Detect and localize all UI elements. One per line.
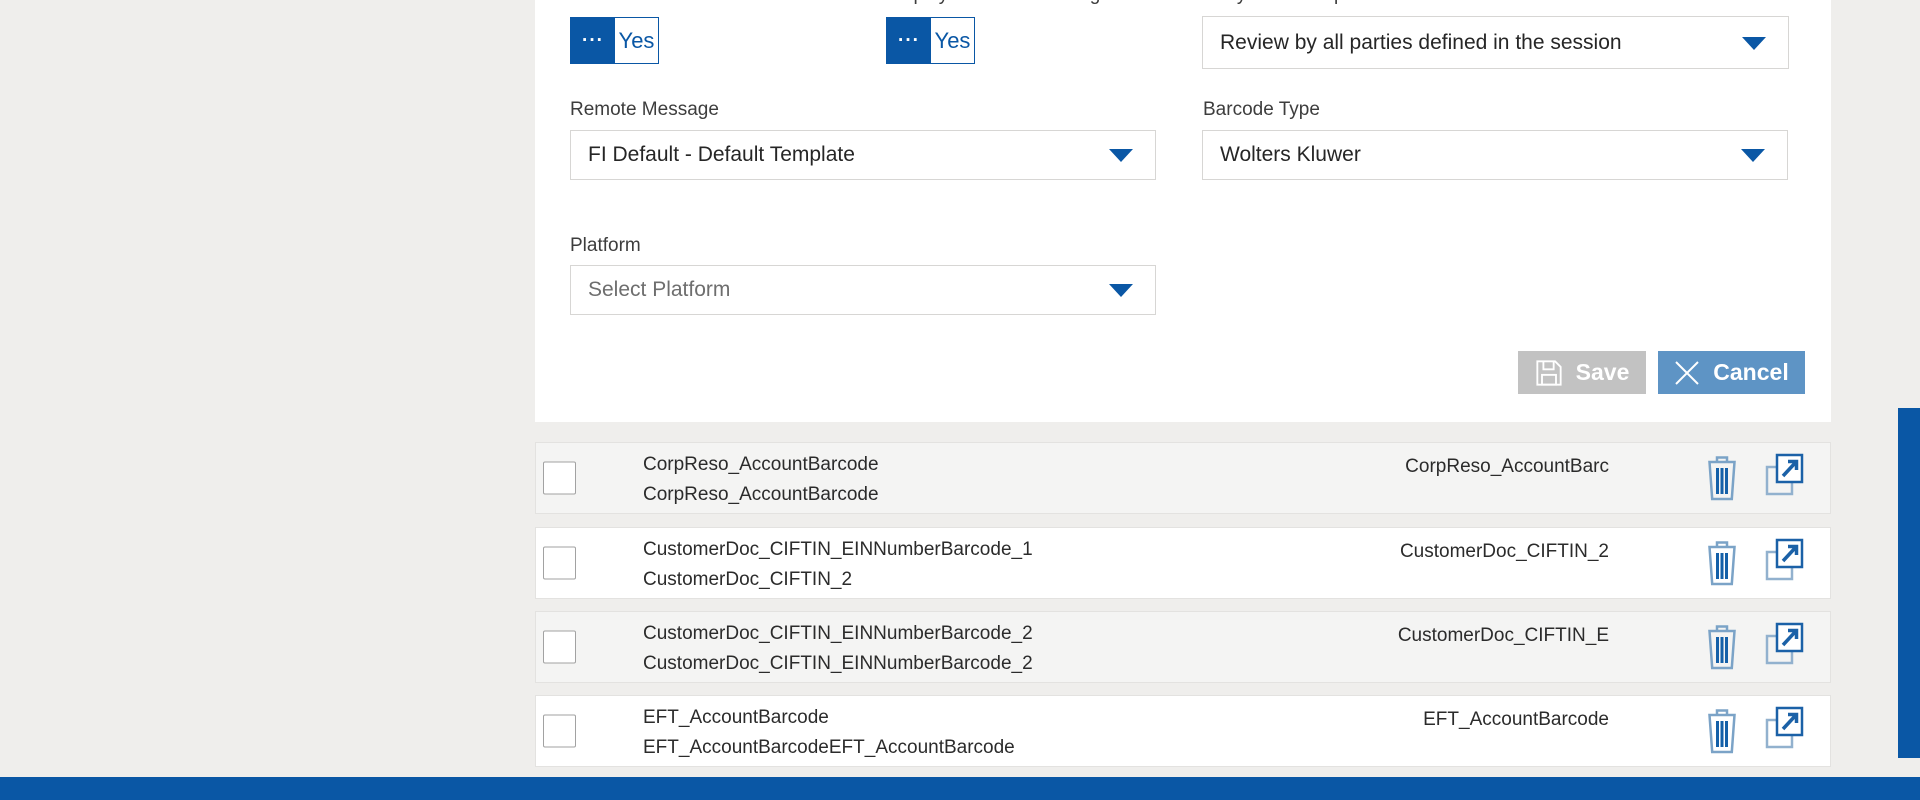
archive-toggle[interactable]: ··· Yes [570, 17, 659, 64]
save-button-label: Save [1576, 359, 1630, 386]
bottom-bar [0, 777, 1920, 800]
party-review-options-label: Party Review Options [1202, 0, 1385, 5]
party-review-options-select[interactable]: Review by all parties defined in the ses… [1202, 16, 1789, 69]
row-checkbox[interactable] [543, 631, 576, 664]
settings-form: Archive Display While Processing Party R… [535, 0, 1831, 422]
delete-button[interactable] [1705, 539, 1739, 587]
cancel-button-label: Cancel [1713, 359, 1788, 386]
barcode-row: CustomerDoc_CIFTIN_EINNumberBarcode_2 Cu… [535, 611, 1831, 683]
row-checkbox[interactable] [543, 462, 576, 495]
row-checkbox[interactable] [543, 715, 576, 748]
delete-button[interactable] [1705, 454, 1739, 502]
caret-down-icon [1109, 149, 1133, 162]
archive-toggle-value: Yes [615, 18, 658, 63]
open-button[interactable] [1764, 705, 1804, 751]
save-button[interactable]: Save [1518, 351, 1646, 394]
open-in-new-icon [1764, 537, 1804, 583]
trash-icon [1705, 539, 1739, 587]
remote-message-select[interactable]: FI Default - Default Template [570, 130, 1156, 180]
open-button[interactable] [1764, 621, 1804, 667]
delete-button[interactable] [1705, 623, 1739, 671]
barcode-type-value: Wolters Kluwer [1220, 143, 1361, 167]
display-while-processing-toggle[interactable]: ··· Yes [886, 17, 975, 64]
trash-icon [1705, 454, 1739, 502]
barcode-name-line1: EFT_AccountBarcode [643, 707, 1015, 728]
open-button[interactable] [1764, 537, 1804, 583]
platform-placeholder: Select Platform [588, 278, 730, 302]
barcode-type-select[interactable]: Wolters Kluwer [1202, 130, 1788, 180]
party-review-options-value: Review by all parties defined in the ses… [1220, 31, 1622, 55]
barcode-value: CustomerDoc_CIFTIN_2 [1400, 541, 1609, 562]
ellipsis-icon: ··· [571, 18, 615, 63]
caret-down-icon [1741, 149, 1765, 162]
caret-down-icon [1742, 37, 1766, 50]
platform-label: Platform [570, 236, 641, 256]
screen: Archive Display While Processing Party R… [0, 0, 1920, 800]
trash-icon [1705, 623, 1739, 671]
vertical-scrollbar-thumb[interactable] [1898, 408, 1920, 758]
open-button[interactable] [1764, 452, 1804, 498]
barcode-name-line1: CustomerDoc_CIFTIN_EINNumberBarcode_2 [643, 623, 1033, 644]
display-while-processing-label: Display While Processing [886, 0, 1100, 5]
remote-message-label: Remote Message [570, 100, 719, 120]
barcode-name-line2: EFT_AccountBarcodeEFT_AccountBarcode [643, 737, 1015, 758]
barcode-name-line2: CustomerDoc_CIFTIN_2 [643, 569, 1033, 590]
floppy-disk-icon [1535, 359, 1563, 387]
cancel-button[interactable]: Cancel [1658, 351, 1805, 394]
barcode-row: CorpReso_AccountBarcode CorpReso_Account… [535, 442, 1831, 514]
x-icon [1674, 360, 1700, 386]
barcode-row: EFT_AccountBarcode EFT_AccountBarcodeEFT… [535, 695, 1831, 767]
open-in-new-icon [1764, 705, 1804, 751]
display-while-processing-toggle-value: Yes [931, 18, 974, 63]
barcode-value: EFT_AccountBarcode [1423, 709, 1609, 730]
barcode-names: CorpReso_AccountBarcode CorpReso_Account… [643, 454, 879, 505]
barcode-names: CustomerDoc_CIFTIN_EINNumberBarcode_2 Cu… [643, 623, 1033, 674]
barcode-name-line2: CustomerDoc_CIFTIN_EINNumberBarcode_2 [643, 653, 1033, 674]
archive-label: Archive [570, 0, 633, 5]
barcode-value: CorpReso_AccountBarc [1405, 456, 1609, 477]
ellipsis-icon: ··· [887, 18, 931, 63]
open-in-new-icon [1764, 452, 1804, 498]
platform-select[interactable]: Select Platform [570, 265, 1156, 315]
barcode-name-line2: CorpReso_AccountBarcode [643, 484, 879, 505]
barcode-value: CustomerDoc_CIFTIN_E [1398, 625, 1609, 646]
open-in-new-icon [1764, 621, 1804, 667]
barcode-row: CustomerDoc_CIFTIN_EINNumberBarcode_1 Cu… [535, 527, 1831, 599]
row-checkbox[interactable] [543, 547, 576, 580]
barcode-name-line1: CustomerDoc_CIFTIN_EINNumberBarcode_1 [643, 539, 1033, 560]
delete-button[interactable] [1705, 707, 1739, 755]
barcode-type-label: Barcode Type [1203, 100, 1320, 120]
barcode-names: CustomerDoc_CIFTIN_EINNumberBarcode_1 Cu… [643, 539, 1033, 590]
barcode-names: EFT_AccountBarcode EFT_AccountBarcodeEFT… [643, 707, 1015, 758]
trash-icon [1705, 707, 1739, 755]
remote-message-value: FI Default - Default Template [588, 143, 855, 167]
barcode-name-line1: CorpReso_AccountBarcode [643, 454, 879, 475]
caret-down-icon [1109, 284, 1133, 297]
